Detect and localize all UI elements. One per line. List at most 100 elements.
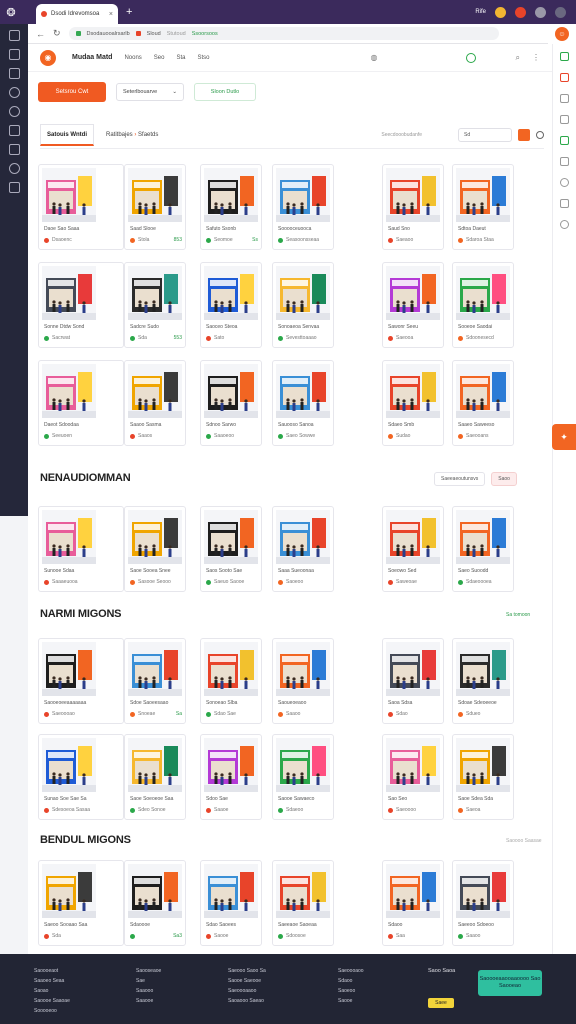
sort-control[interactable]: Saeeaeoutunsvs [434,472,486,486]
product-image[interactable] [128,864,182,918]
footer-link[interactable]: Saeoooaaoo [228,988,266,994]
green-app-icon[interactable] [560,52,569,61]
avatar-icon[interactable] [535,6,546,18]
product-card[interactable]: Sdao Saoees Saooe [200,860,262,946]
footer-link[interactable]: Sooooeoo [34,1008,70,1014]
product-image[interactable] [276,168,330,222]
file-icon[interactable] [8,182,20,193]
product-card[interactable]: Sauooso Sanoa Saeo Sowwe [272,360,334,446]
url-field[interactable]: Dsodauooalrsarlb Sloud Stutoud Ssoorsoos [68,27,499,40]
footer-link[interactable]: Saooseaoe [136,968,161,974]
nav-link[interactable]: Sta [176,55,185,61]
product-card[interactable]: Sawonr Seeu Saeooa [382,262,444,348]
list-view-icon[interactable] [536,131,544,139]
footer-link[interactable]: Saooe Saeooe [228,978,266,984]
product-card[interactable]: Saoe Sooea Snee Sasooe Seooo [124,506,186,592]
product-image[interactable] [204,168,258,222]
tools-icon[interactable] [560,199,569,208]
footer-link[interactable]: Sae [136,978,161,984]
history-icon[interactable] [8,106,20,117]
calendar-icon[interactable] [8,68,20,79]
product-card[interactable]: Sooooceuooca Seasoonsseaa [272,164,334,250]
browser-tab[interactable]: Dsodi Idrevomsoa × [36,4,118,24]
view-segment[interactable]: Sd [458,128,512,142]
product-image[interactable] [128,510,182,564]
clock-icon[interactable] [560,178,569,187]
product-image[interactable] [204,864,258,918]
location-icon[interactable] [465,52,476,63]
product-card[interactable]: Saaa Sueoonaa Saoeoo [272,506,334,592]
product-card[interactable]: Saeo Suoodd Sdaeoooea [452,506,514,592]
copy-icon[interactable] [560,115,569,124]
footer-link[interactable]: Saoao [34,988,70,994]
product-image[interactable] [456,738,510,792]
product-card[interactable]: Saad Slooe Stola 853 [124,164,186,250]
grid-icon[interactable] [8,49,20,60]
product-card[interactable]: Saoa Sdsa Sdao [382,638,444,724]
browser-menu-icon[interactable]: ❂ [0,0,22,24]
product-card[interactable]: Sdaoooe Sa3 [124,860,186,946]
footer-link[interactable]: Saeoooaoo [338,968,364,974]
product-card[interactable]: Saeeoo Sdoeoo Saaoo [452,860,514,946]
product-card[interactable]: Sdaeo Smb Sudao [382,360,444,446]
product-card[interactable]: Soeowo Sed Saweoae [382,506,444,592]
product-image[interactable] [386,266,440,320]
section-link[interactable]: Saoooo Saasae [506,838,542,844]
settings-icon[interactable] [8,163,20,174]
breadcrumb-item[interactable]: Ratitbajes [106,132,133,138]
product-image[interactable] [386,642,440,696]
product-image[interactable] [386,364,440,418]
product-image[interactable] [386,168,440,222]
footer-link[interactable]: Saoaooo Saeao [228,998,266,1004]
product-image[interactable] [42,364,96,418]
product-image[interactable] [386,738,440,792]
product-card[interactable]: Sdoo Sae Saaoe [200,734,262,820]
product-image[interactable] [276,864,330,918]
product-image[interactable] [42,864,96,918]
product-card[interactable]: Saeoo Sooaao Saa Sda [38,860,124,946]
product-card[interactable]: Sooeoe Saodai Sdoonesecd [452,262,514,348]
product-card[interactable]: Saooe Sawaeco Sdaeoo [272,734,334,820]
product-card[interactable]: Saaoo Sasma Saaos [124,360,186,446]
product-image[interactable] [128,266,182,320]
product-card[interactable]: Saaeo Saweeso Saeooans [452,360,514,446]
product-card[interactable]: Daoe Sao Saaa Dsaoenc [38,164,124,250]
product-image[interactable] [456,364,510,418]
breadcrumb-item[interactable]: Sfaetds [138,132,158,138]
product-card[interactable]: Sunao Soe Sae Sa Sdesoeoa Sasaa [38,734,124,820]
site-brand[interactable]: Mudaa Matd [72,54,112,61]
product-image[interactable] [386,510,440,564]
user-icon[interactable]: ◍ [371,53,378,62]
nav-link[interactable]: Seo [154,55,165,61]
filter-control[interactable]: Saoo [491,472,517,486]
product-image[interactable] [456,510,510,564]
chat-icon[interactable] [560,136,569,145]
product-card[interactable]: Sao Seo Saeoooo [382,734,444,820]
product-image[interactable] [128,168,182,222]
product-image[interactable] [276,642,330,696]
product-card[interactable]: Sdnoo Sarwo Saaoeoo [200,360,262,446]
product-card[interactable]: Sunooe Sdaa Saaaeuooa [38,506,124,592]
footer-link[interactable]: Saaooe [136,998,161,1004]
product-card[interactable]: Saos Sooto Sae Saeuo Saooe [200,506,262,592]
footer-link[interactable]: Saoooe Saaoae [34,998,70,1004]
product-image[interactable] [456,168,510,222]
tab-active[interactable]: Satouis Wntdi [40,124,94,146]
product-image[interactable] [276,510,330,564]
product-card[interactable]: Saoceo Steoa Sato [200,262,262,348]
nav-link[interactable]: Noons [124,55,141,61]
product-image[interactable] [42,738,96,792]
footer-link[interactable]: Saeooo Saoo Sa [228,968,266,974]
product-image[interactable] [204,364,258,418]
product-image[interactable] [276,266,330,320]
bookmark-icon[interactable] [560,94,569,103]
product-card[interactable]: Sdoe Saoeesaao Snoeae Sa [124,638,186,724]
product-image[interactable] [456,266,510,320]
product-image[interactable] [276,364,330,418]
red-app-icon[interactable] [560,73,569,82]
product-card[interactable]: Sonoeao Slba Sdao Sae [200,638,262,724]
product-card[interactable]: Sdtoa Daeut Sdaroa Staa [452,164,514,250]
product-card[interactable]: Saoueoeaoo Saaoo [272,638,334,724]
product-image[interactable] [128,738,182,792]
floating-help-icon[interactable]: ✦ [552,424,576,450]
